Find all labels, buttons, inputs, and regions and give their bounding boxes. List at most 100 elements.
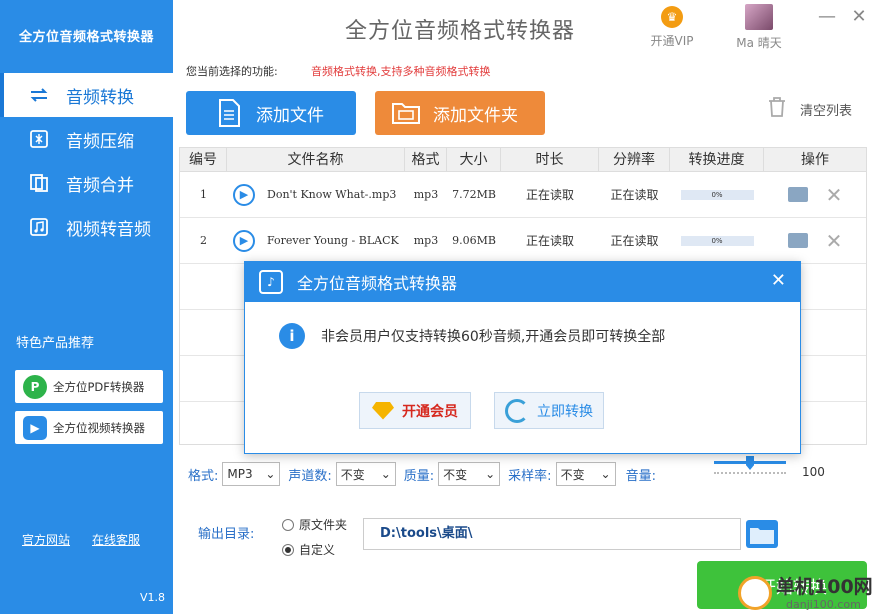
online-service-link[interactable]: 在线客服 (92, 531, 140, 548)
row-duration: 正在读取 (525, 234, 574, 248)
play-icon[interactable]: ▶ (233, 229, 255, 252)
add-file-label: 添加文件 (256, 105, 324, 126)
convert-now-button[interactable]: 立即转换 (494, 392, 604, 429)
delete-icon[interactable]: ✕ (826, 229, 843, 253)
col-size: 大小 (447, 148, 501, 171)
channel-select[interactable]: 不变 ⌄ (335, 462, 396, 486)
dialog-close-icon[interactable]: ✕ (771, 270, 786, 291)
row-format: mp3 (413, 188, 439, 201)
window-title: 全方位音频格式转换器 (345, 19, 576, 44)
chevron-down-icon: ⌄ (380, 467, 391, 481)
clear-list-label: 清空列表 (800, 103, 853, 119)
quality-value: 不变 (443, 467, 468, 482)
play-icon[interactable]: ▶ (233, 183, 255, 206)
format-value: MP3 (227, 467, 253, 481)
table-row[interactable]: 2 ▶ Forever Young - BLACK mp3 9.06MB 正在读取… (180, 218, 866, 264)
progress-text: 0% (711, 190, 723, 199)
app-name: 全方位音频格式转换器 (18, 30, 154, 45)
row-name-cell: ▶ Don't Know What-.mp3 (227, 183, 405, 206)
format-label: 格式: (188, 468, 219, 484)
row-duration: 正在读取 (525, 188, 574, 202)
col-name: 文件名称 (227, 148, 405, 171)
radio-original-folder[interactable]: 原文件夹 (282, 516, 347, 533)
dialog-message: i 非会员用户仅支持转换60秒音频,开通会员即可转换全部 (279, 323, 665, 349)
row-size: 7.72MB (452, 188, 496, 201)
quality-label: 质量: (403, 468, 435, 484)
promo-video-converter[interactable]: ▶ 全方位视频转换器 (15, 411, 163, 444)
dialog-message-text: 非会员用户仅支持转换60秒音频,开通会员即可转换全部 (321, 329, 666, 345)
app-logo-icon: ♪ (259, 270, 283, 294)
sidebar-item-audio-convert[interactable]: 音频转换 (0, 73, 173, 117)
promo-pdf-converter[interactable]: P 全方位PDF转换器 (15, 370, 163, 403)
clear-list-button[interactable]: 清空列表 (768, 97, 852, 121)
version-label: V1.8 (139, 591, 165, 604)
add-file-button[interactable]: 添加文件 (186, 91, 356, 135)
row-resolution: 正在读取 (610, 188, 659, 202)
slider-handle[interactable] (746, 456, 754, 470)
volume-label: 音量: (625, 468, 656, 484)
slider-ticks (714, 472, 786, 474)
vip-button[interactable]: ♛ 开通VIP (647, 6, 697, 49)
add-folder-button[interactable]: 添加文件夹 (375, 91, 545, 135)
promo-label: 全方位视频转换器 (53, 420, 145, 435)
function-label: 您当前选择的功能: (186, 65, 278, 78)
watermark-url: danji100.com (786, 598, 861, 611)
open-vip-button[interactable]: 开通会员 (359, 392, 471, 429)
delete-icon[interactable]: ✕ (826, 183, 843, 207)
radio-custom-folder[interactable]: 自定义 (282, 541, 335, 558)
radio-dot-selected (282, 543, 294, 556)
dialog-header: ♪ 全方位音频格式转换器 ✕ (245, 262, 800, 302)
row-name-cell: ▶ Forever Young - BLACK (227, 229, 405, 252)
row-format: mp3 (413, 234, 439, 247)
close-icon[interactable]: ✕ (849, 8, 869, 28)
format-select[interactable]: MP3 ⌄ (222, 462, 281, 486)
sidebar-item-label: 音频压缩 (66, 131, 134, 152)
open-folder-icon[interactable] (787, 187, 808, 202)
col-actions: 操作 (801, 152, 829, 168)
dialog-title: 全方位音频格式转换器 (297, 274, 458, 293)
sidebar: 全方位音频格式转换器 音频转换 音频压缩 音频合并 视频转音频 特色产品推荐 P… (0, 0, 173, 614)
folder-icon (391, 98, 421, 128)
user-profile[interactable]: Ma 晴天 (729, 4, 789, 51)
official-site-link[interactable]: 官方网站 (22, 531, 70, 548)
samplerate-select[interactable]: 不变 ⌄ (555, 462, 616, 486)
col-format: 格式 (405, 148, 447, 171)
output-path-input[interactable]: D:\tools\桌面\ (363, 518, 741, 550)
row-actions: ✕ (764, 229, 866, 253)
merge-icon (28, 172, 50, 194)
sidebar-item-audio-compress[interactable]: 音频压缩 (0, 117, 173, 161)
row-size: 9.06MB (452, 234, 496, 247)
volume-slider[interactable] (714, 456, 786, 478)
minimize-icon[interactable]: — (817, 8, 837, 28)
progress-text: 0% (711, 236, 723, 245)
user-name: Ma 晴天 (736, 36, 782, 50)
row-name: Don't Know What-.mp3 (267, 187, 397, 201)
sidebar-item-video-to-audio[interactable]: 视频转音频 (0, 205, 173, 249)
channel-value: 不变 (340, 467, 365, 482)
row-no: 2 (200, 234, 207, 247)
table-header: 编号 文件名称 格式 大小 时长 分辨率 转换进度 操作 (180, 148, 866, 172)
open-folder-icon[interactable] (787, 233, 808, 248)
col-resolution: 分辨率 (599, 148, 670, 171)
row-name: Forever Young - BLACK (267, 233, 399, 247)
watermark: 单机100网 danji100.com (738, 570, 885, 614)
crown-icon: ♛ (661, 6, 683, 28)
radio-original-label: 原文件夹 (299, 518, 348, 532)
channel-label: 声道数: (288, 468, 332, 484)
samplerate-label: 采样率: (508, 468, 552, 484)
sidebar-item-audio-merge[interactable]: 音频合并 (0, 161, 173, 205)
file-icon (214, 98, 244, 128)
quality-select[interactable]: 不变 ⌄ (438, 462, 501, 486)
function-value: 音频格式转换,支持多种音频格式转换 (311, 65, 491, 78)
conversion-options: 格式: MP3 ⌄ 声道数: 不变 ⌄ 质量: 不变 ⌄ 采样率: 不变 ⌄ 音量: (188, 462, 656, 486)
table-row[interactable]: 1 ▶ Don't Know What-.mp3 mp3 7.72MB 正在读取 … (180, 172, 866, 218)
row-resolution: 正在读取 (610, 234, 659, 248)
watermark-logo-icon (738, 576, 772, 610)
browse-folder-icon[interactable] (746, 520, 778, 548)
progress-bar: 0% (680, 189, 754, 200)
promo-label: 全方位PDF转换器 (53, 379, 145, 394)
convert-now-label: 立即转换 (537, 403, 593, 420)
title-bar: 全方位音频格式转换器 ♛ 开通VIP Ma 晴天 — ✕ (173, 0, 885, 56)
volume-value: 100 (802, 465, 825, 479)
promo-title: 特色产品推荐 (16, 336, 95, 351)
